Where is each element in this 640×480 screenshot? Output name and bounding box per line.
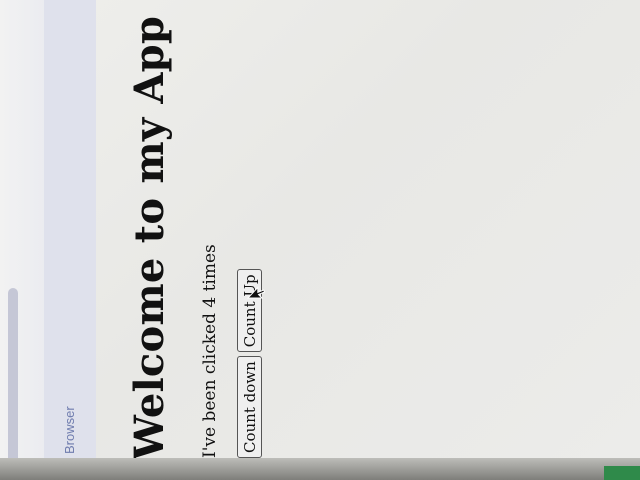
- count-down-button[interactable]: Count down: [237, 356, 262, 458]
- mouse-pointer-icon: [247, 286, 266, 299]
- app-page: Browser Welcome to my App I've been clic…: [50, 16, 590, 460]
- screen-photo: Browser Welcome to my App I've been clic…: [0, 0, 640, 480]
- click-count-text: I've been clicked 4 times: [200, 244, 220, 458]
- count-up-button[interactable]: Count Up: [237, 269, 262, 353]
- scrollbar[interactable]: [8, 288, 18, 468]
- page-title: Welcome to my App: [126, 16, 173, 460]
- browser-tab-label[interactable]: Browser: [62, 406, 77, 454]
- monitor-bezel: [0, 458, 640, 480]
- background-object: [604, 466, 640, 480]
